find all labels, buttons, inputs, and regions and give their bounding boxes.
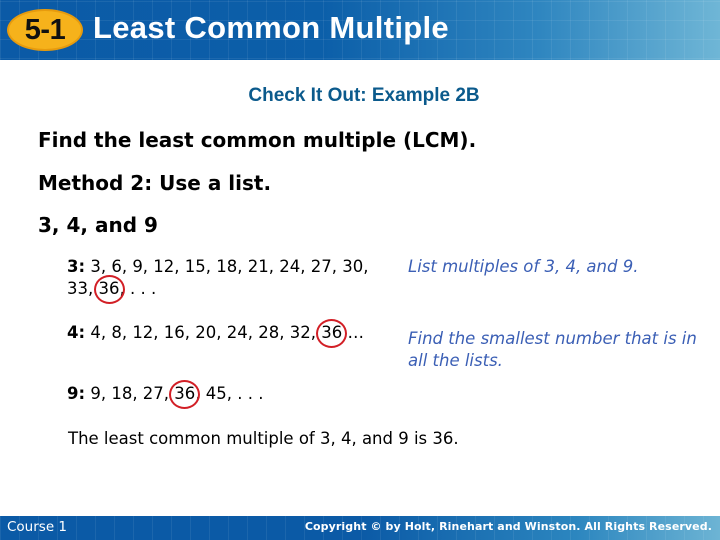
header-bar: 5-1 Least Common Multiple — [0, 0, 720, 60]
footer-bar: Course 1 Copyright © by Holt, Rinehart a… — [0, 516, 720, 540]
lesson-title: Least Common Multiple — [93, 10, 449, 45]
problem-prompt: Find the least common multiple (LCM). — [38, 128, 477, 152]
conclusion-text: The least common multiple of 3, 4, and 9… — [68, 429, 459, 448]
list-values: 4, 8, 12, 16, 20, 24, 28, 32, — [85, 323, 322, 342]
example-subtitle: Check It Out: Example 2B — [248, 85, 480, 106]
multiples-list-3: 3: 3, 6, 9, 12, 15, 18, 21, 24, 27, 30, … — [67, 256, 397, 304]
list-values: 9, 18, 27, — [85, 384, 175, 403]
hint-note-list: List multiples of 3, 4, and 9. — [408, 257, 639, 276]
circled-common-multiple: 36 — [316, 319, 348, 348]
circled-common-multiple: 36 — [169, 380, 201, 409]
course-label: Course 1 — [7, 519, 68, 535]
given-numbers: 3, 4, and 9 — [38, 213, 158, 237]
list-label: 3: — [67, 257, 86, 276]
list-label: 4: — [67, 323, 86, 342]
list-continuation: , 45, . . . — [195, 384, 264, 403]
list-label: 9: — [67, 384, 86, 403]
list-continuation: , . . . — [119, 279, 157, 298]
hint-note-find-smallest: Find the smallest number that is in all … — [408, 329, 697, 370]
method-label: Method 2: Use a list. — [38, 171, 272, 195]
copyright-notice: Copyright © by Holt, Rinehart and Winsto… — [304, 520, 712, 533]
multiples-list-9: 9: 9, 18, 27, 36, 45, . . . — [67, 380, 397, 409]
lesson-badge: 5-1 — [7, 9, 83, 51]
multiples-list-4: 4: 4, 8, 12, 16, 20, 24, 28, 32, 36 … — [67, 319, 397, 348]
circled-common-multiple: 36 — [93, 275, 125, 304]
